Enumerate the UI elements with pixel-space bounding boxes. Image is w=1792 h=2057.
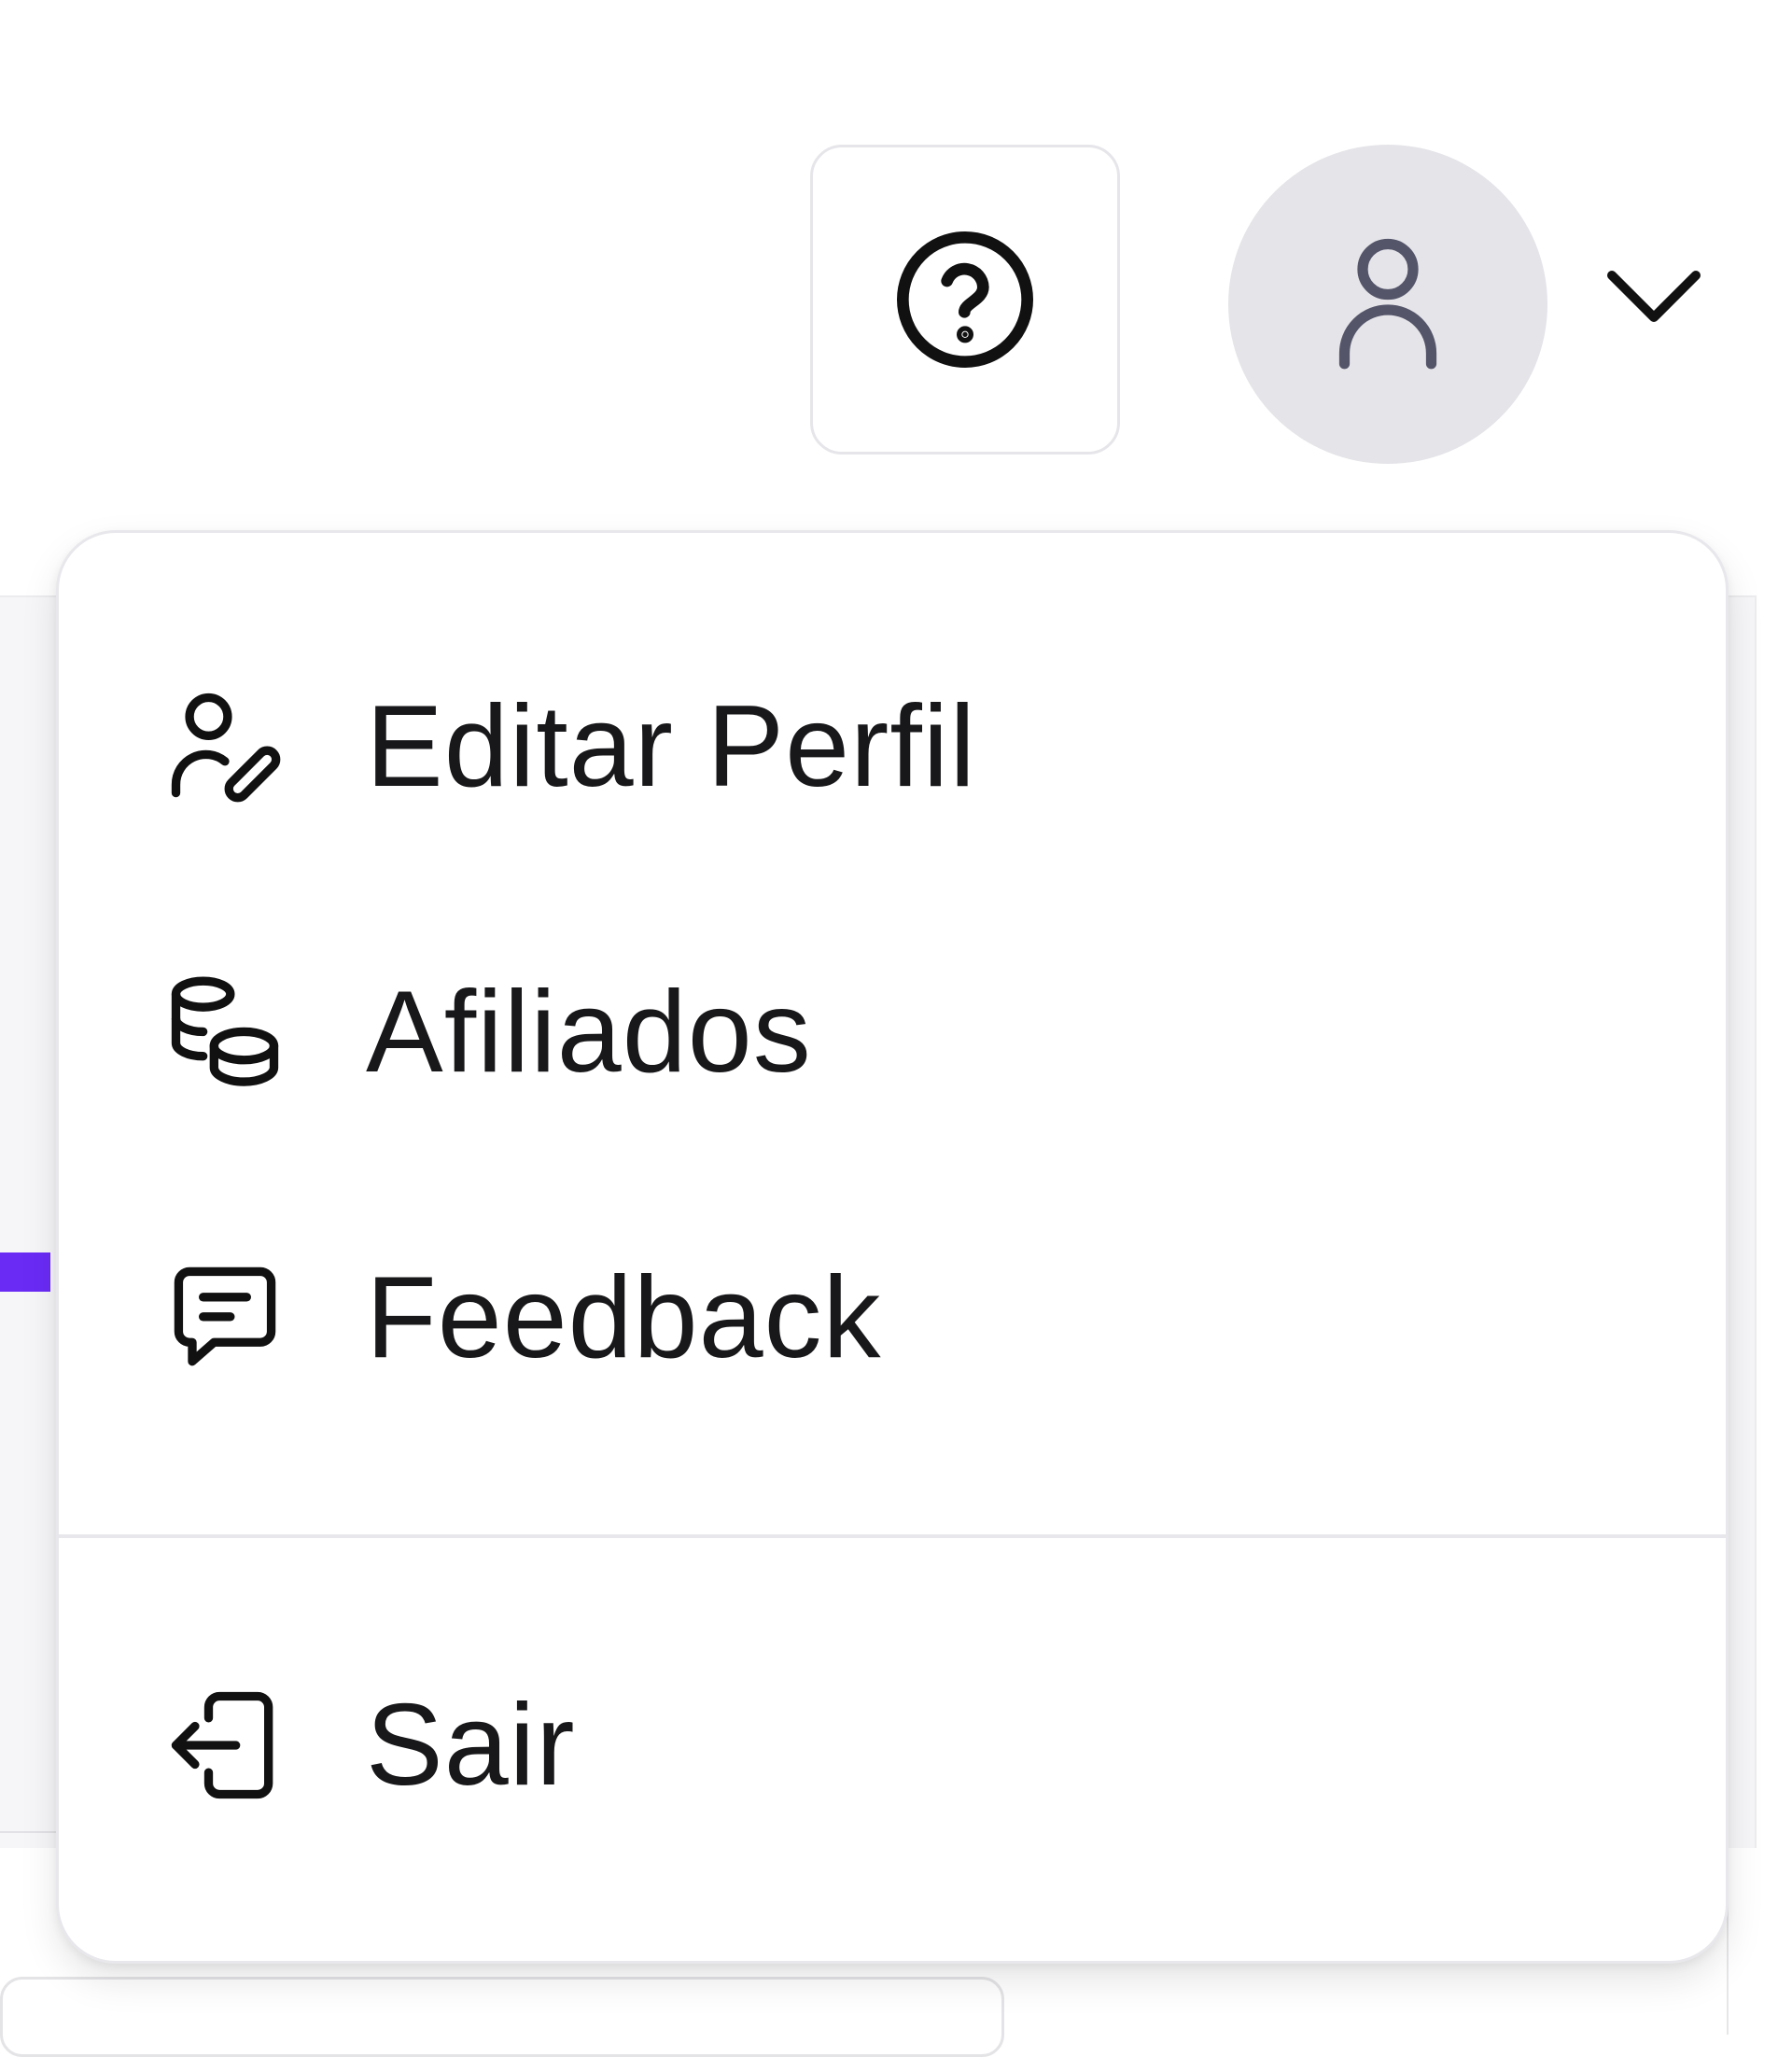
menu-item-label: Editar Perfil <box>366 682 976 811</box>
chevron-down-icon <box>1603 266 1705 331</box>
coins-icon <box>155 962 295 1102</box>
user-edit-icon <box>155 677 295 817</box>
user-menu-toggle[interactable] <box>1598 252 1710 345</box>
help-circle-icon <box>890 225 1040 374</box>
message-square-icon <box>155 1248 295 1388</box>
menu-item-logout[interactable]: Sair <box>0 1652 1792 1839</box>
menu-item-edit-profile[interactable]: Editar Perfil <box>0 653 1792 840</box>
help-button[interactable] <box>810 145 1120 455</box>
menu-separator <box>59 1534 1726 1538</box>
menu-item-label: Sair <box>366 1681 576 1810</box>
background-card <box>0 1977 1004 2057</box>
menu-item-label: Afiliados <box>366 968 812 1097</box>
user-icon <box>1304 220 1472 388</box>
log-out-icon <box>155 1675 295 1815</box>
menu-item-label: Feedback <box>366 1253 882 1382</box>
menu-item-feedback[interactable]: Feedback <box>0 1224 1792 1411</box>
menu-item-affiliates[interactable]: Afiliados <box>0 939 1792 1126</box>
user-avatar-button[interactable] <box>1228 145 1547 464</box>
